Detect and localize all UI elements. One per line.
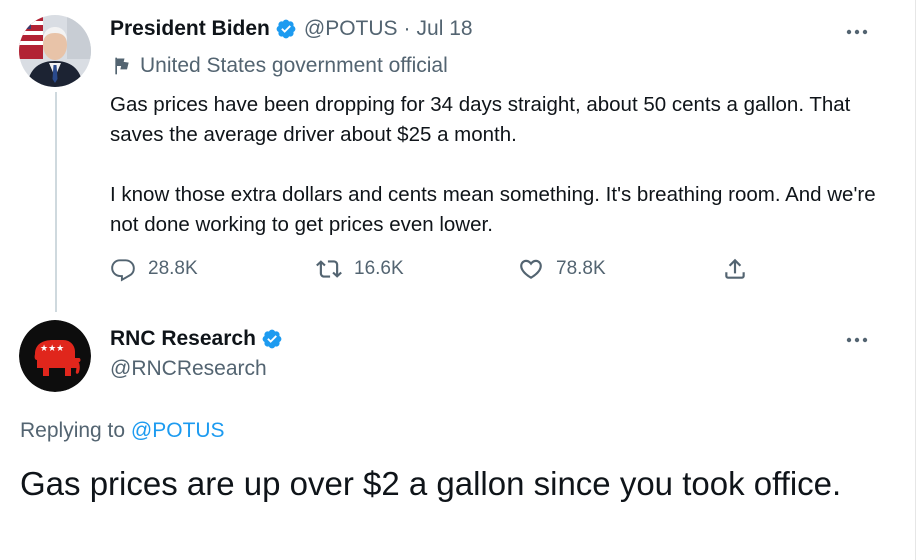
tweet-actions: 28.8K 16.6K 78.8K <box>110 256 770 286</box>
share-icon <box>725 258 745 279</box>
potus-header: President Biden @POTUS · Jul 18 <box>110 17 473 41</box>
like-button[interactable]: 78.8K <box>518 256 606 282</box>
heart-icon <box>520 259 542 279</box>
more-options-icon[interactable] <box>842 328 872 352</box>
tweet-paragraph: Gas prices have been dropping for 34 day… <box>110 93 851 146</box>
thread-connector-line <box>55 92 57 312</box>
tweet-thread: President Biden @POTUS · Jul 18 United S… <box>0 0 916 560</box>
verified-badge-icon <box>275 18 297 40</box>
replying-to-line: Replying to @POTUS <box>20 419 225 443</box>
author-handle[interactable]: @RNCResearch <box>110 357 267 381</box>
reply-count: 28.8K <box>148 258 198 279</box>
replying-to-mention[interactable]: @POTUS <box>131 419 225 442</box>
reply-button[interactable]: 28.8K <box>110 256 198 282</box>
share-button[interactable] <box>722 256 760 282</box>
government-label[interactable]: United States government official <box>112 54 448 78</box>
retweet-count: 16.6K <box>354 258 404 279</box>
author-name[interactable]: RNC Research <box>110 327 256 351</box>
author-handle[interactable]: @POTUS <box>304 17 398 41</box>
tweet-date[interactable]: Jul 18 <box>417 17 473 41</box>
reply-icon <box>111 259 135 282</box>
reply-body: Gas prices are up over $2 a gallon since… <box>20 465 842 502</box>
separator-dot: · <box>403 17 411 40</box>
author-name[interactable]: President Biden <box>110 17 270 41</box>
svg-text:★★★: ★★★ <box>40 344 64 354</box>
tweet-body: Gas prices have been dropping for 34 day… <box>110 90 880 240</box>
retweet-button[interactable]: 16.6K <box>316 256 404 282</box>
tweet-paragraph: I know those extra dollars and cents mea… <box>110 183 876 236</box>
potus-avatar[interactable] <box>19 15 91 87</box>
like-count: 78.8K <box>556 258 606 279</box>
rnc-header: RNC Research <box>110 327 283 351</box>
government-label-text: United States government official <box>140 54 448 77</box>
retweet-icon <box>316 260 342 278</box>
more-options-icon[interactable] <box>842 20 872 44</box>
replying-to-prefix: Replying to <box>20 419 126 442</box>
flag-icon <box>115 57 129 75</box>
verified-badge-icon <box>261 328 283 350</box>
rnc-avatar[interactable]: ★★★ <box>19 320 91 392</box>
